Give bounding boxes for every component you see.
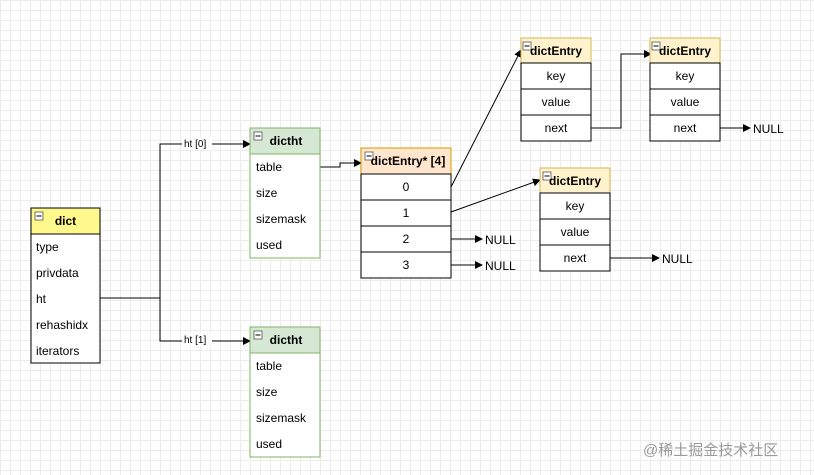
field-next: next — [674, 121, 697, 135]
field-key: key — [547, 69, 566, 83]
watermark: @稀土掘金技术社区 — [643, 442, 778, 459]
field-table: table — [256, 359, 282, 373]
slot-1-label: 1 — [403, 206, 410, 220]
field-sizemask: sizemask — [256, 411, 307, 425]
field-value: value — [671, 95, 700, 109]
node-dict[interactable]: dict type privdata ht rehashidx iterator… — [30, 207, 101, 364]
node-dict-title: dict — [55, 214, 76, 228]
null-label-slot2: NULL — [485, 233, 516, 247]
field-key: key — [676, 69, 695, 83]
ht1-label: ht [1] — [184, 335, 206, 346]
node-dict-entry-b-title: dictEntry — [659, 44, 711, 58]
null-label-entry-c: NULL — [662, 252, 693, 266]
field-key: key — [566, 199, 585, 213]
edge-table-to-array — [320, 159, 362, 168]
slot-3-label: 3 — [403, 258, 410, 272]
field-sizemask: sizemask — [256, 212, 307, 226]
field-privdata: privdata — [36, 266, 79, 280]
edge-entry-a-next — [591, 50, 652, 129]
field-value: value — [542, 95, 571, 109]
field-value: value — [561, 225, 590, 239]
null-label-slot3: NULL — [485, 259, 516, 273]
diagram-canvas: ht [0] ht [1] NULL NULL NULL NULL dict t… — [30, 37, 784, 459]
field-type: type — [36, 240, 59, 254]
slot-0-label: 0 — [403, 180, 410, 194]
field-used: used — [256, 238, 282, 252]
node-dict-entry-c[interactable]: dictEntry key value next — [539, 167, 611, 272]
node-dictht-0[interactable]: dictht table size sizemask used — [249, 127, 321, 259]
slot-2-label: 2 — [403, 232, 410, 246]
node-dict-entry-b[interactable]: dictEntry key value next — [649, 37, 721, 142]
edge-slot0-to-entry-a — [450, 49, 522, 188]
node-entry-array-title: dictEntry* [4] — [371, 154, 446, 168]
field-next: next — [545, 121, 568, 135]
edge-ht0 — [159, 140, 251, 298]
node-dict-entry-a-title: dictEntry — [530, 44, 582, 58]
node-dictht-1-title: dictht — [270, 333, 303, 347]
field-table: table — [256, 160, 282, 174]
field-rehashidx: rehashidx — [36, 318, 88, 332]
field-ht: ht — [36, 292, 47, 306]
field-next: next — [564, 251, 587, 265]
node-dict-entry-a[interactable]: dictEntry key value next — [520, 37, 592, 142]
node-entry-array[interactable]: dictEntry* [4] 0 1 2 3 — [360, 147, 452, 279]
node-dictht-0-title: dictht — [270, 134, 303, 148]
field-size: size — [256, 385, 278, 399]
ht0-label: ht [0] — [184, 139, 206, 150]
node-dictht-1[interactable]: dictht table size sizemask used — [249, 326, 321, 458]
field-size: size — [256, 186, 278, 200]
node-dict-entry-c-title: dictEntry — [549, 174, 601, 188]
field-iterators: iterators — [36, 344, 79, 358]
field-used: used — [256, 437, 282, 451]
edge-slot1-to-entry-c — [450, 178, 541, 213]
null-label-entry-b: NULL — [753, 122, 784, 136]
